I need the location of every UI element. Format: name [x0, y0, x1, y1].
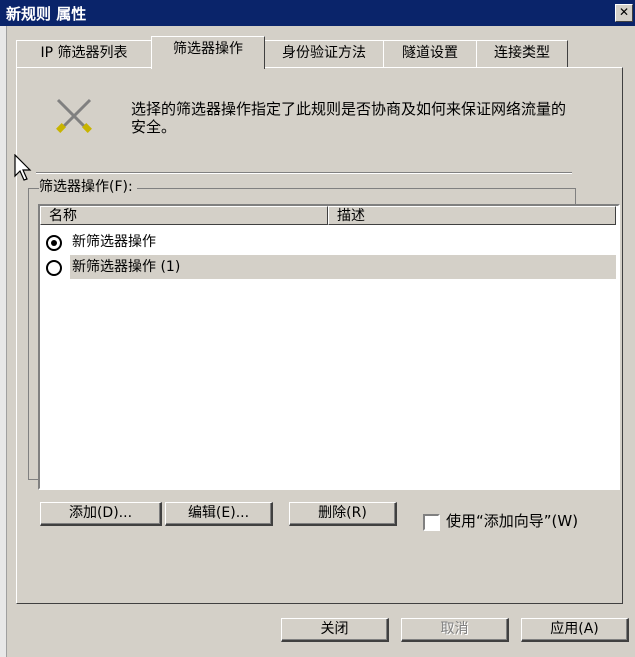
filter-action-list[interactable]: 名称 描述 新筛选器操作 新筛选器操作 (1): [38, 204, 620, 490]
list-item[interactable]: 新筛选器操作: [40, 230, 616, 254]
title-bar: 新规则 属性 ✕: [0, 0, 635, 26]
use-wizard-label: 使用“添加向导”(W): [446, 512, 579, 530]
description-text: 选择的筛选器操作指定了此规则是否协商及如何来保证网络流量的安全。: [131, 100, 567, 136]
tab-connection-type[interactable]: 连接类型: [476, 40, 568, 67]
apply-button[interactable]: 应用(A): [521, 618, 629, 642]
radio-selected-icon[interactable]: [46, 235, 62, 251]
tab-filter-action[interactable]: 筛选器操作: [151, 36, 265, 69]
close-window-button[interactable]: ✕: [615, 4, 633, 22]
tab-tunnel-settings[interactable]: 隧道设置: [383, 40, 477, 67]
edit-button[interactable]: 编辑(E)...: [165, 502, 273, 526]
close-button[interactable]: 关闭: [281, 618, 389, 642]
radio-unselected-icon[interactable]: [46, 260, 62, 276]
cancel-button[interactable]: 取消: [401, 618, 509, 642]
column-header-description[interactable]: 描述: [328, 206, 616, 225]
filter-action-label: 筛选器操作(F):: [39, 176, 137, 196]
add-button[interactable]: 添加(D)...: [40, 502, 162, 526]
tools-icon: [56, 98, 92, 133]
mouse-cursor-icon: [14, 154, 32, 181]
window-title: 新规则 属性: [6, 5, 87, 23]
remove-button[interactable]: 删除(R): [289, 502, 397, 526]
tab-authentication-methods[interactable]: 身份验证方法: [264, 40, 384, 67]
list-item-name: 新筛选器操作 (1): [72, 259, 181, 275]
use-wizard-checkbox[interactable]: [423, 514, 440, 531]
separator: [36, 172, 572, 174]
list-item-name: 新筛选器操作: [72, 234, 156, 250]
tab-ip-filter-list[interactable]: IP 筛选器列表: [16, 40, 152, 67]
column-header-name[interactable]: 名称: [40, 206, 328, 225]
background-window-edge: [0, 26, 7, 657]
list-item[interactable]: 新筛选器操作 (1): [40, 255, 616, 279]
